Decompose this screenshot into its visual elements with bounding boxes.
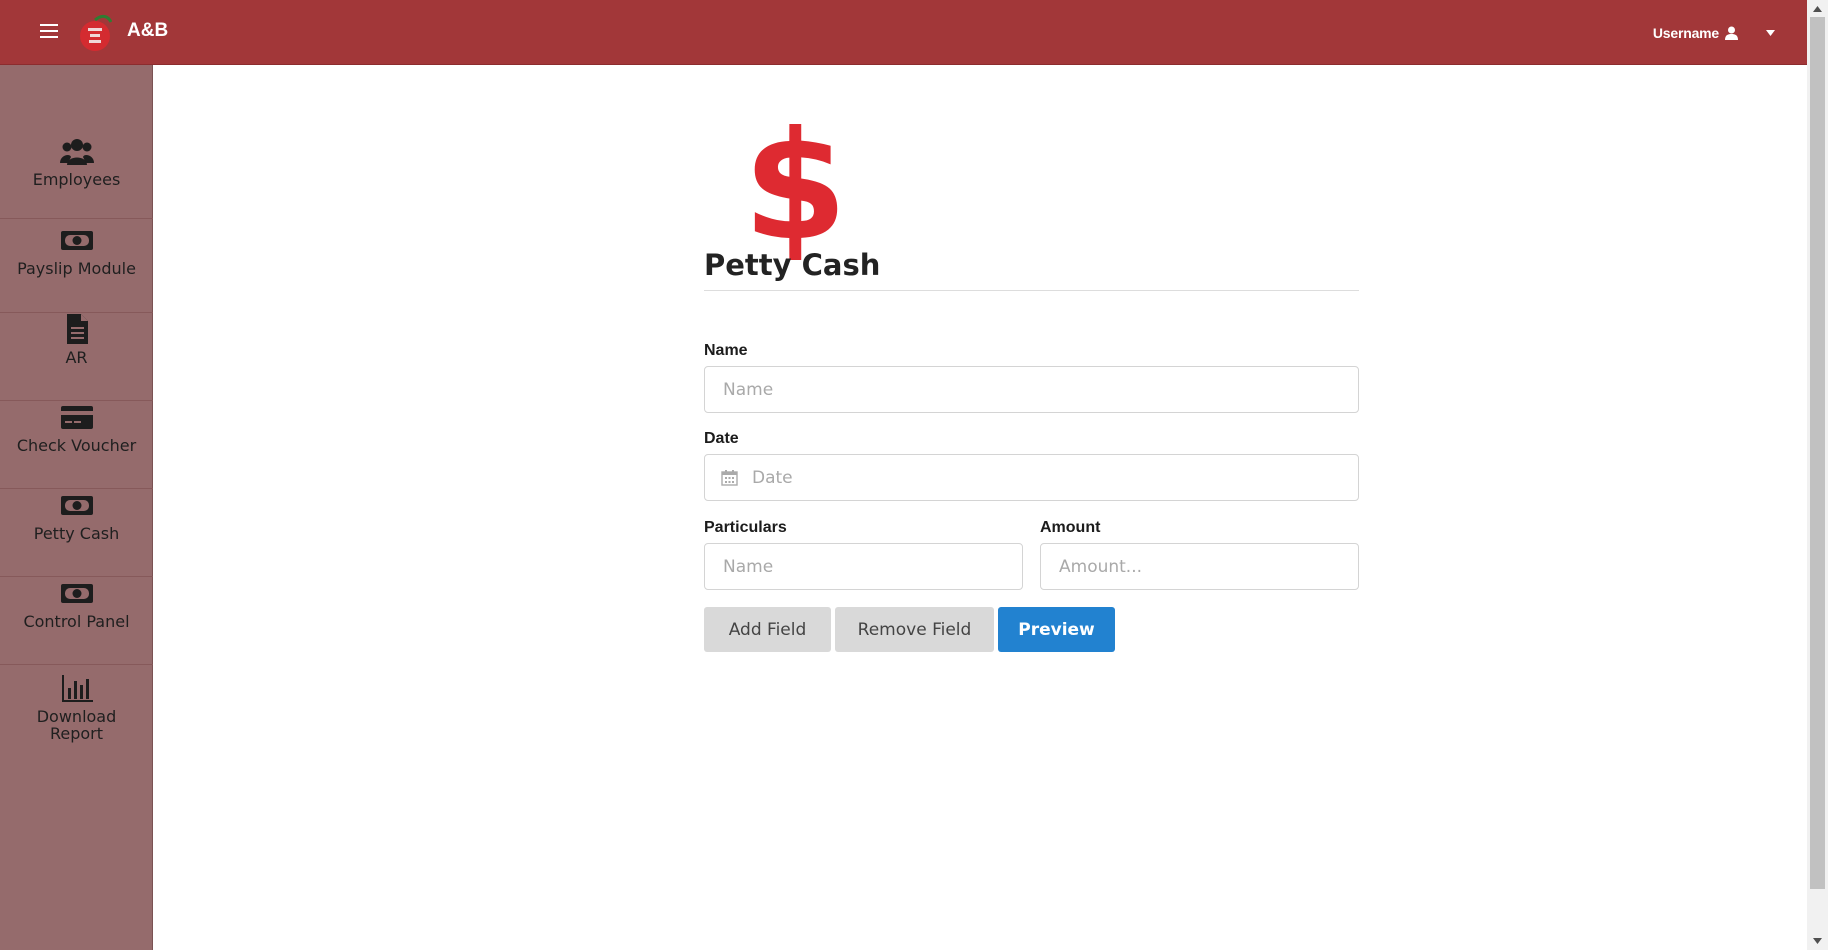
bar-chart-icon bbox=[61, 675, 93, 702]
calendar-icon[interactable] bbox=[721, 469, 738, 486]
sidebar-item-label: Payslip Module bbox=[17, 259, 136, 278]
user-menu[interactable]: Username bbox=[1653, 22, 1775, 44]
sidebar-item-label: Employees bbox=[32, 170, 121, 189]
date-field[interactable] bbox=[704, 454, 1359, 501]
name-input[interactable] bbox=[704, 366, 1359, 413]
users-icon bbox=[59, 139, 94, 165]
brand-name[interactable]: A&B bbox=[127, 20, 168, 42]
sidebar-item-employees[interactable]: Employees bbox=[0, 135, 153, 219]
sidebar-item-ar[interactable]: AR bbox=[0, 313, 153, 401]
top-navbar: A&B Username bbox=[0, 0, 1807, 65]
caret-down-icon[interactable] bbox=[1766, 30, 1775, 36]
sidebar-item-petty-cash[interactable]: Petty Cash bbox=[0, 489, 153, 577]
sidebar-item-payslip-module[interactable]: Payslip Module bbox=[0, 224, 153, 313]
date-input[interactable] bbox=[704, 454, 1359, 501]
date-label: Date bbox=[704, 430, 739, 447]
sidebar-item-label: Download Report bbox=[36, 707, 117, 743]
preview-button[interactable]: Preview bbox=[998, 607, 1115, 652]
sidebar-item-label: Check Voucher bbox=[16, 436, 137, 455]
user-icon bbox=[1725, 26, 1738, 40]
credit-card-icon bbox=[60, 406, 93, 429]
remove-field-button[interactable]: Remove Field bbox=[835, 607, 994, 652]
scroll-up-arrow-icon[interactable] bbox=[1813, 6, 1822, 12]
sidebar-item-download-report[interactable]: Download Report bbox=[0, 665, 153, 769]
page-title: Petty Cash bbox=[704, 248, 881, 282]
file-icon bbox=[66, 314, 88, 344]
page-scrollbar[interactable] bbox=[1807, 0, 1828, 950]
particulars-input[interactable] bbox=[704, 543, 1023, 590]
sidebar-item-control-panel[interactable]: Control Panel bbox=[0, 577, 153, 665]
name-label: Name bbox=[704, 342, 748, 359]
amount-input[interactable] bbox=[1040, 543, 1359, 590]
sidebar: Employees Payslip Module AR Check Vouche… bbox=[0, 65, 153, 950]
sidebar-item-label: Control Panel bbox=[23, 612, 130, 631]
sidebar-item-check-voucher[interactable]: Check Voucher bbox=[0, 401, 153, 489]
money-bill-icon bbox=[60, 584, 93, 603]
money-bill-icon bbox=[60, 496, 93, 515]
dollar-icon: $ bbox=[743, 100, 848, 274]
hamburger-icon[interactable] bbox=[40, 24, 58, 40]
sidebar-item-label: AR bbox=[65, 348, 88, 367]
scroll-down-arrow-icon[interactable] bbox=[1813, 938, 1822, 944]
amount-label: Amount bbox=[1040, 519, 1101, 536]
particulars-label: Particulars bbox=[704, 519, 787, 536]
title-divider bbox=[704, 290, 1359, 291]
brand-logo[interactable] bbox=[78, 12, 112, 52]
sidebar-item-label: Petty Cash bbox=[33, 524, 120, 543]
username-label[interactable]: Username bbox=[1653, 25, 1719, 41]
money-bill-icon bbox=[60, 231, 93, 250]
scrollbar-thumb[interactable] bbox=[1810, 17, 1825, 889]
add-field-button[interactable]: Add Field bbox=[704, 607, 831, 652]
